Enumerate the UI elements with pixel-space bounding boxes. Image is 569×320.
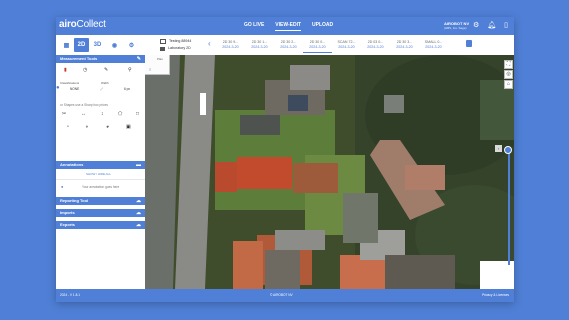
org-subtitle: (HBS, Ins. Sage) bbox=[444, 26, 467, 30]
polygon-icon[interactable]: ⬠ bbox=[118, 111, 122, 117]
fullscreen-icon[interactable]: ⛶ bbox=[504, 60, 513, 69]
version-text: 2024 - V 1.8.1 bbox=[60, 293, 81, 297]
classifications-label: Classifications bbox=[60, 81, 80, 85]
line-style-icon[interactable]: ／ bbox=[100, 86, 103, 91]
divider bbox=[56, 179, 145, 180]
imports-header[interactable]: Imports ☁ bbox=[56, 209, 145, 217]
date-timeline: 2D 30 9... 2024-3-20 2D 30 1... 2024-3-20 … bbox=[216, 37, 448, 53]
clock-icon[interactable]: ◷ bbox=[83, 67, 87, 73]
timeline-item[interactable]: SCAN 72... 2024-3-20 bbox=[332, 37, 361, 53]
timeline-item[interactable]: 2D 30 3... 2024-3-20 bbox=[390, 37, 419, 53]
angle-icon[interactable]: ◑ bbox=[85, 124, 88, 130]
timeline-item[interactable]: 2D 30 0... 2024-3-20 bbox=[303, 37, 332, 53]
info-icon: ● bbox=[56, 85, 60, 91]
mode-3d-button[interactable]: 3D bbox=[90, 38, 105, 52]
device-icon[interactable]: ▯ bbox=[504, 22, 508, 29]
timeline-item[interactable]: 2D 30 2... 2024-3-20 bbox=[274, 37, 303, 53]
aerial-map[interactable]: Plan ≡ ⛶ ◎ ⌂ › bbox=[145, 55, 514, 289]
pen-icon[interactable]: ✎ bbox=[104, 67, 108, 73]
layer-item[interactable]: Testing 88944 bbox=[160, 38, 191, 45]
dot-icon: ● bbox=[61, 184, 64, 189]
folder-icon bbox=[160, 46, 165, 51]
compare-icon[interactable] bbox=[466, 40, 472, 47]
width-select[interactable]: 6 px bbox=[124, 87, 130, 91]
download-icon: ☁ bbox=[136, 222, 141, 228]
reporting-tool-header[interactable]: Reporting Tool ☁ bbox=[56, 197, 145, 205]
camera-icon[interactable]: ◉ bbox=[107, 38, 122, 52]
slider-handle[interactable] bbox=[504, 146, 512, 154]
timeline-item[interactable]: 2D 03 0... 2024-3-20 bbox=[361, 37, 390, 53]
privacy-link[interactable]: Privacy & Licenses bbox=[482, 289, 509, 302]
exports-header[interactable]: Exports ☁ bbox=[56, 221, 145, 229]
mode-2d-button[interactable]: 2D bbox=[74, 38, 89, 52]
main-nav: GO LIVE VIEW-EDIT UPLOAD bbox=[244, 22, 333, 31]
scissors-icon[interactable]: ✂ bbox=[62, 111, 66, 117]
vertical-icon[interactable]: ↕ bbox=[101, 111, 104, 117]
square-icon[interactable]: □ bbox=[136, 111, 139, 117]
area-icon[interactable]: ◕ bbox=[106, 124, 109, 130]
app-logo[interactable]: airoCollect bbox=[59, 19, 106, 30]
home-icon[interactable]: ⌂ bbox=[504, 80, 513, 89]
topbar-icons: ⚙ 🔔︎ ▯ bbox=[473, 22, 508, 29]
map-overlay-panel[interactable]: Plan ≡ bbox=[145, 55, 170, 75]
bell-icon[interactable]: 🔔︎ bbox=[487, 22, 496, 29]
nav-go-live[interactable]: GO LIVE bbox=[244, 22, 264, 31]
chevron-right-icon[interactable]: › bbox=[495, 145, 502, 152]
shapes-note: or Shapes use a Sharp box prices bbox=[60, 103, 109, 107]
classification-select[interactable]: NONE bbox=[70, 87, 79, 91]
grid-icon[interactable]: ▦ bbox=[59, 38, 74, 52]
empty-annotations: Your annotation goes here bbox=[82, 185, 120, 189]
timeline-item[interactable]: 2D 30 9... 2024-3-20 bbox=[216, 37, 245, 53]
settings-icon[interactable]: ⚙ bbox=[124, 38, 139, 52]
opacity-slider[interactable] bbox=[508, 150, 510, 265]
upload-icon: ☁ bbox=[136, 210, 141, 216]
move-icon[interactable]: ↔ bbox=[81, 111, 86, 117]
organization-selector[interactable]: AIROBOT NV (HBS, Ins. Sage) bbox=[444, 21, 469, 31]
show-hide-all-link[interactable]: SHOW / HIDE ALL bbox=[86, 172, 111, 176]
volume-icon[interactable]: ◔ bbox=[66, 124, 69, 130]
layer-list: Testing 88944 Laboratory 2D bbox=[160, 38, 191, 52]
sidebar: Measurement Tools ✎ ▮ ◷ ✎ ⚲ Classificati… bbox=[56, 55, 146, 289]
width-label: Width bbox=[101, 81, 109, 85]
trash-icon[interactable]: ▮ bbox=[64, 67, 67, 73]
measurement-tools-header[interactable]: Measurement Tools ✎ bbox=[56, 55, 145, 63]
image-icon[interactable]: ▣ bbox=[126, 124, 131, 130]
search-icon[interactable]: ⚲ bbox=[128, 67, 132, 73]
nav-view-edit[interactable]: VIEW-EDIT bbox=[275, 22, 302, 31]
layer-item[interactable]: Laboratory 2D bbox=[160, 45, 191, 52]
timeline-item[interactable]: SMALL 0... 2024-3-20 bbox=[419, 37, 448, 53]
target-icon[interactable]: ◎ bbox=[504, 70, 513, 79]
map-canvas bbox=[145, 55, 514, 289]
top-navigation-bar: airoCollect GO LIVE VIEW-EDIT UPLOAD AIR… bbox=[56, 17, 514, 35]
menu-icon[interactable]: ≡ bbox=[149, 67, 151, 72]
annotations-header[interactable]: Annotations ▬ bbox=[56, 161, 145, 169]
gear-icon[interactable]: ⚙ bbox=[473, 22, 479, 29]
map-controls: ⛶ ◎ ⌂ bbox=[504, 60, 513, 89]
annotation-icon: ▬ bbox=[136, 162, 141, 168]
app-window: airoCollect GO LIVE VIEW-EDIT UPLOAD AIR… bbox=[56, 17, 514, 302]
timeline-item[interactable]: 2D 30 1... 2024-3-20 bbox=[245, 37, 274, 53]
footer-bar: 2024 - V 1.8.1 © AIROBOT NV Privacy & Li… bbox=[56, 289, 514, 302]
view-toolbar: ▦ 2D 3D ◉ ⚙ Testing 88944 Laboratory 2D … bbox=[56, 35, 514, 56]
nav-upload[interactable]: UPLOAD bbox=[312, 22, 333, 31]
chevron-left-icon[interactable]: ‹ bbox=[208, 39, 211, 48]
cloud-icon: ☁ bbox=[136, 198, 141, 204]
pencil-icon: ✎ bbox=[136, 56, 141, 62]
checkbox-icon[interactable] bbox=[160, 39, 166, 44]
overlay-label: Plan bbox=[157, 57, 164, 61]
copyright-text: © AIROBOT NV bbox=[270, 293, 293, 297]
